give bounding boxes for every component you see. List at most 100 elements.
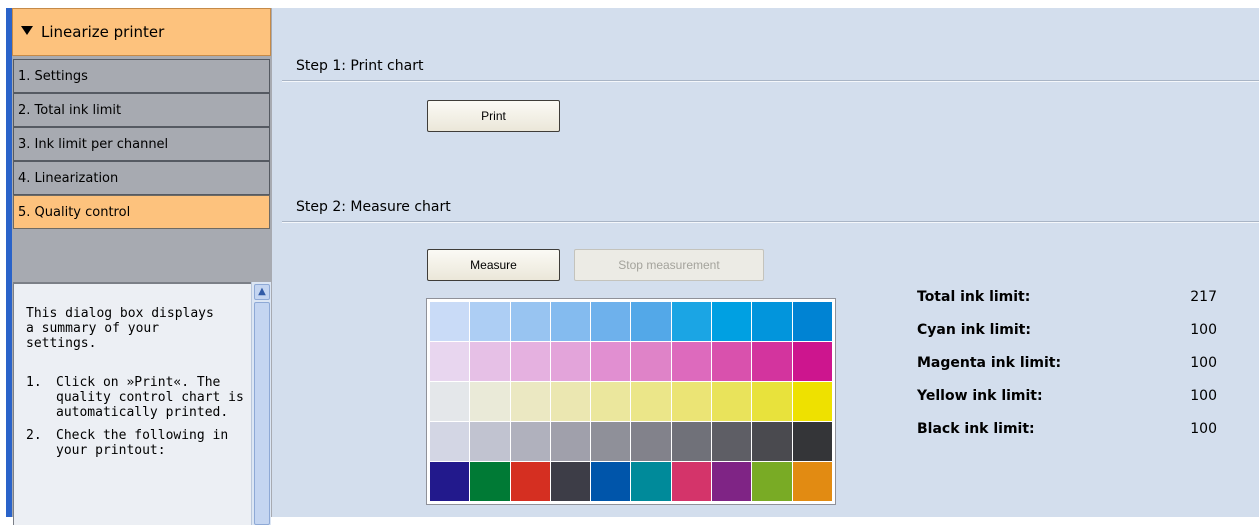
color-patch bbox=[631, 382, 671, 421]
help-step-number: 2. bbox=[26, 428, 42, 443]
color-patch bbox=[470, 342, 510, 381]
help-step-text: Click on »Print«. The quality control ch… bbox=[56, 375, 244, 420]
divider bbox=[282, 221, 1259, 223]
ink-limit-label: Yellow ink limit: bbox=[917, 388, 1043, 404]
color-patch bbox=[430, 382, 470, 421]
color-patch bbox=[510, 382, 550, 421]
color-patch bbox=[792, 422, 832, 461]
color-patch bbox=[792, 342, 832, 381]
color-patch bbox=[591, 422, 631, 461]
expand-triangle-icon bbox=[21, 26, 33, 35]
ink-limit-value: 100 bbox=[1190, 355, 1217, 371]
color-patch bbox=[671, 382, 712, 421]
sidebar-section-header[interactable]: Linearize printer bbox=[12, 8, 271, 56]
color-patch bbox=[550, 302, 591, 341]
color-patch bbox=[752, 382, 792, 421]
color-patch bbox=[792, 462, 832, 501]
ink-limit-label: Cyan ink limit: bbox=[917, 322, 1031, 338]
color-patch bbox=[712, 422, 752, 461]
ink-limit-row: Total ink limit: 217 bbox=[917, 287, 1217, 320]
color-patch bbox=[712, 342, 752, 381]
ink-limit-label: Black ink limit: bbox=[917, 421, 1035, 437]
scroll-up-arrow-icon[interactable]: ▲ bbox=[254, 284, 270, 300]
help-step: 2. Check the following in your printout: bbox=[26, 428, 244, 458]
color-patch bbox=[631, 422, 671, 461]
ink-limit-label: Total ink limit: bbox=[917, 289, 1031, 305]
color-patch bbox=[752, 462, 792, 501]
sidebar-item-label: 3. Ink limit per channel bbox=[18, 137, 169, 152]
step2-title: Step 2: Measure chart bbox=[296, 199, 451, 215]
color-patch bbox=[752, 342, 792, 381]
sidebar-item-label: 5. Quality control bbox=[18, 205, 131, 220]
ink-limit-row: Cyan ink limit: 100 bbox=[917, 320, 1217, 353]
color-patch bbox=[510, 462, 550, 501]
color-patch bbox=[470, 462, 510, 501]
ink-limit-value: 100 bbox=[1190, 388, 1217, 404]
color-patch bbox=[470, 422, 510, 461]
color-patch bbox=[671, 302, 712, 341]
help-scrollbar[interactable]: ▲ bbox=[251, 282, 271, 525]
sidebar-item-linearization[interactable]: 4. Linearization bbox=[13, 161, 270, 195]
color-patch bbox=[671, 342, 712, 381]
color-patch bbox=[510, 422, 550, 461]
color-patch bbox=[671, 462, 712, 501]
color-patch bbox=[671, 422, 712, 461]
color-patch bbox=[591, 342, 631, 381]
sidebar: Linearize printer 1. Settings 2. Total i… bbox=[6, 8, 272, 525]
color-patch bbox=[792, 302, 832, 341]
color-patch bbox=[752, 422, 792, 461]
scrollbar-thumb[interactable] bbox=[254, 302, 270, 525]
sidebar-item-settings[interactable]: 1. Settings bbox=[13, 59, 270, 93]
sidebar-rail bbox=[6, 8, 12, 517]
sidebar-item-label: 4. Linearization bbox=[18, 171, 119, 186]
sidebar-item-quality-control[interactable]: 5. Quality control bbox=[13, 195, 270, 229]
color-patch bbox=[712, 382, 752, 421]
color-patch bbox=[591, 382, 631, 421]
print-button[interactable]: Print bbox=[427, 100, 560, 132]
divider bbox=[282, 80, 1259, 82]
color-patch bbox=[752, 302, 792, 341]
ink-limit-value: 100 bbox=[1190, 421, 1217, 437]
color-patch bbox=[470, 302, 510, 341]
color-patch bbox=[510, 342, 550, 381]
ink-limit-label: Magenta ink limit: bbox=[917, 355, 1062, 371]
color-patch bbox=[712, 302, 752, 341]
quality-control-color-chart bbox=[426, 298, 836, 505]
sidebar-item-label: 2. Total ink limit bbox=[18, 103, 122, 118]
step1-title: Step 1: Print chart bbox=[296, 58, 424, 74]
color-patch bbox=[591, 302, 631, 341]
measure-button[interactable]: Measure bbox=[427, 249, 560, 281]
color-patch bbox=[591, 462, 631, 501]
help-text-panel: This dialog box displays a summary of yo… bbox=[13, 282, 264, 525]
color-patch bbox=[550, 382, 591, 421]
color-patch bbox=[430, 342, 470, 381]
color-patch bbox=[430, 422, 470, 461]
help-step: 1. Click on »Print«. The quality control… bbox=[26, 375, 244, 420]
color-patch bbox=[430, 462, 470, 501]
help-step-number: 1. bbox=[26, 375, 42, 390]
sidebar-item-ink-limit-per-channel[interactable]: 3. Ink limit per channel bbox=[13, 127, 270, 161]
sidebar-item-total-ink-limit[interactable]: 2. Total ink limit bbox=[13, 93, 270, 127]
main-panel: Step 1: Print chart Print Step 2: Measur… bbox=[272, 8, 1259, 517]
linearize-printer-window: Linearize printer 1. Settings 2. Total i… bbox=[0, 0, 1259, 525]
color-patch bbox=[550, 422, 591, 461]
color-patch bbox=[631, 302, 671, 341]
ink-limit-row: Magenta ink limit: 100 bbox=[917, 353, 1217, 386]
color-patch bbox=[510, 302, 550, 341]
sidebar-header-label: Linearize printer bbox=[41, 23, 165, 41]
ink-limit-summary: Total ink limit: 217 Cyan ink limit: 100… bbox=[917, 287, 1217, 452]
sidebar-item-label: 1. Settings bbox=[18, 69, 88, 84]
color-patch bbox=[792, 382, 832, 421]
color-patch bbox=[470, 382, 510, 421]
color-patch bbox=[550, 462, 591, 501]
ink-limit-value: 100 bbox=[1190, 322, 1217, 338]
color-patch bbox=[631, 342, 671, 381]
ink-limit-row: Yellow ink limit: 100 bbox=[917, 386, 1217, 419]
stop-measurement-button[interactable]: Stop measurement bbox=[574, 249, 764, 281]
ink-limit-row: Black ink limit: 100 bbox=[917, 419, 1217, 452]
color-patch bbox=[550, 342, 591, 381]
color-patch bbox=[712, 462, 752, 501]
ink-limit-value: 217 bbox=[1190, 289, 1217, 305]
help-step-text: Check the following in your printout: bbox=[56, 428, 229, 458]
color-patch bbox=[631, 462, 671, 501]
